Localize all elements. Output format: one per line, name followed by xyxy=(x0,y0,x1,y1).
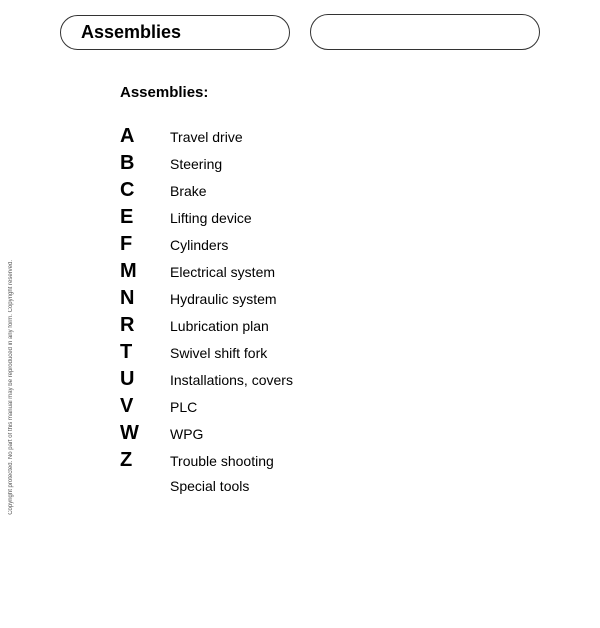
list-item: ELifting device xyxy=(120,206,520,229)
assembly-description: Travel drive xyxy=(170,129,243,145)
main-content: Assemblies: ATravel driveBSteeringCBrake… xyxy=(0,64,600,514)
assembly-letter: V xyxy=(120,395,170,418)
list-item: FCylinders xyxy=(120,233,520,256)
assembly-description: Installations, covers xyxy=(170,372,293,388)
header: Assemblies xyxy=(0,0,600,64)
list-item: UInstallations, covers xyxy=(120,368,520,391)
header-title: Assemblies xyxy=(60,15,290,50)
assembly-letter: Z xyxy=(120,449,170,472)
assembly-description: Electrical system xyxy=(170,264,275,280)
assembly-description: Brake xyxy=(170,183,207,199)
assembly-description: Lifting device xyxy=(170,210,252,226)
assembly-description: PLC xyxy=(170,399,197,415)
assembly-letter: W xyxy=(120,422,170,445)
list-item: ZTrouble shooting xyxy=(120,449,520,472)
assembly-list: ATravel driveBSteeringCBrakeELifting dev… xyxy=(120,125,520,494)
list-item: VPLC xyxy=(120,395,520,418)
header-right xyxy=(310,14,540,50)
assembly-letter: N xyxy=(120,287,170,310)
assembly-letter: B xyxy=(120,152,170,175)
assembly-letter: A xyxy=(120,125,170,148)
assembly-description: Steering xyxy=(170,156,222,172)
list-item: CBrake xyxy=(120,179,520,202)
assembly-description: Trouble shooting xyxy=(170,453,274,469)
assembly-letter: C xyxy=(120,179,170,202)
assembly-description: Lubrication plan xyxy=(170,318,269,334)
list-item: ATravel drive xyxy=(120,125,520,148)
list-item: BSteering xyxy=(120,152,520,175)
assembly-letter: F xyxy=(120,233,170,256)
assembly-letter: T xyxy=(120,341,170,364)
copyright-text: Copyright protected. No part of this man… xyxy=(8,260,28,515)
section-title: Assemblies: xyxy=(120,84,520,101)
list-item: MElectrical system xyxy=(120,260,520,283)
list-item: RLubrication plan xyxy=(120,314,520,337)
list-item: NHydraulic system xyxy=(120,287,520,310)
list-item: WWPG xyxy=(120,422,520,445)
assembly-letter: U xyxy=(120,368,170,391)
assembly-description: WPG xyxy=(170,426,203,442)
assembly-letter: E xyxy=(120,206,170,229)
assembly-description: Hydraulic system xyxy=(170,291,277,307)
assembly-description: Special tools xyxy=(170,478,249,494)
list-item: Special tools xyxy=(120,478,520,494)
list-item: TSwivel shift fork xyxy=(120,341,520,364)
assembly-description: Cylinders xyxy=(170,237,228,253)
assembly-letter: R xyxy=(120,314,170,337)
assembly-letter: M xyxy=(120,260,170,283)
assembly-description: Swivel shift fork xyxy=(170,345,267,361)
